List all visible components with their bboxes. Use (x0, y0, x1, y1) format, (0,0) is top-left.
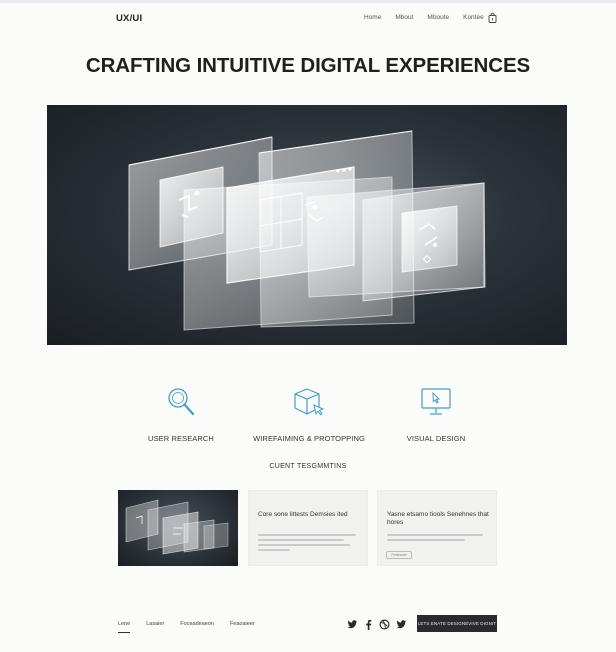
glass-panels-thumbnail (125, 499, 229, 555)
footer-nav-item[interactable]: Feaoaieer (230, 621, 255, 633)
testimonials-title: CUENT TESGMMTINS (269, 463, 347, 470)
service-visual-design: VISUAL DESIGN (356, 386, 516, 443)
logo[interactable]: UX/UI (116, 13, 142, 24)
testimonial-card: Core sone littests Demsies ited (248, 490, 368, 566)
dribbble-icon[interactable] (379, 619, 390, 630)
twitter-icon[interactable] (347, 619, 358, 630)
testimonial-heading: Core sone littests Demsies ited (258, 511, 348, 518)
hero-image (47, 105, 567, 345)
footer-nav-item[interactable]: Lasaier (146, 621, 164, 633)
text-line (258, 544, 350, 546)
footer-nav-item[interactable]: Lene (118, 621, 131, 633)
facebook-icon[interactable] (363, 619, 374, 630)
glass-panels-illustration (128, 130, 486, 331)
nav-item-work[interactable]: Mboute (427, 14, 449, 21)
text-line (258, 534, 356, 536)
service-label: VISUAL DESIGN (406, 434, 466, 443)
testimonial-image-card (118, 490, 238, 566)
cube-cursor-icon (294, 388, 325, 416)
nav-item-about[interactable]: Mbout (395, 14, 413, 21)
nav-item-contact[interactable]: Kontee (463, 14, 484, 21)
testimonial-card: Yasne etsamo tiools Senehnes that hores … (377, 490, 497, 566)
text-line (387, 539, 465, 541)
hero-title: CRAFTING INTUITIVE DIGITAL EXPERIENCES (85, 54, 531, 77)
footer-nav-item[interactable]: Foceadeaeon (180, 621, 214, 633)
text-line (258, 539, 344, 541)
text-line (258, 549, 290, 551)
text-line (387, 534, 483, 536)
main-nav: Home Mbout Mboute Kontee (364, 14, 498, 21)
read-more-button[interactable]: Rntlesalle (386, 551, 412, 559)
shopping-bag-icon[interactable] (488, 13, 497, 23)
footer-nav: Lene Lasaier Foceadeaeon Feaoaieer (118, 621, 271, 633)
cta-button[interactable]: LETS ENATE DESIGNEVIVE DIGNIT (417, 615, 497, 632)
testimonial-heading: Yasne etsamo tiools Senehnes that hores (387, 511, 489, 526)
top-border (0, 0, 616, 3)
magnifier-icon (168, 388, 195, 416)
nav-item-home[interactable]: Home (364, 14, 381, 21)
twitter-icon[interactable] (396, 619, 407, 630)
monitor-cursor-icon (421, 388, 451, 415)
